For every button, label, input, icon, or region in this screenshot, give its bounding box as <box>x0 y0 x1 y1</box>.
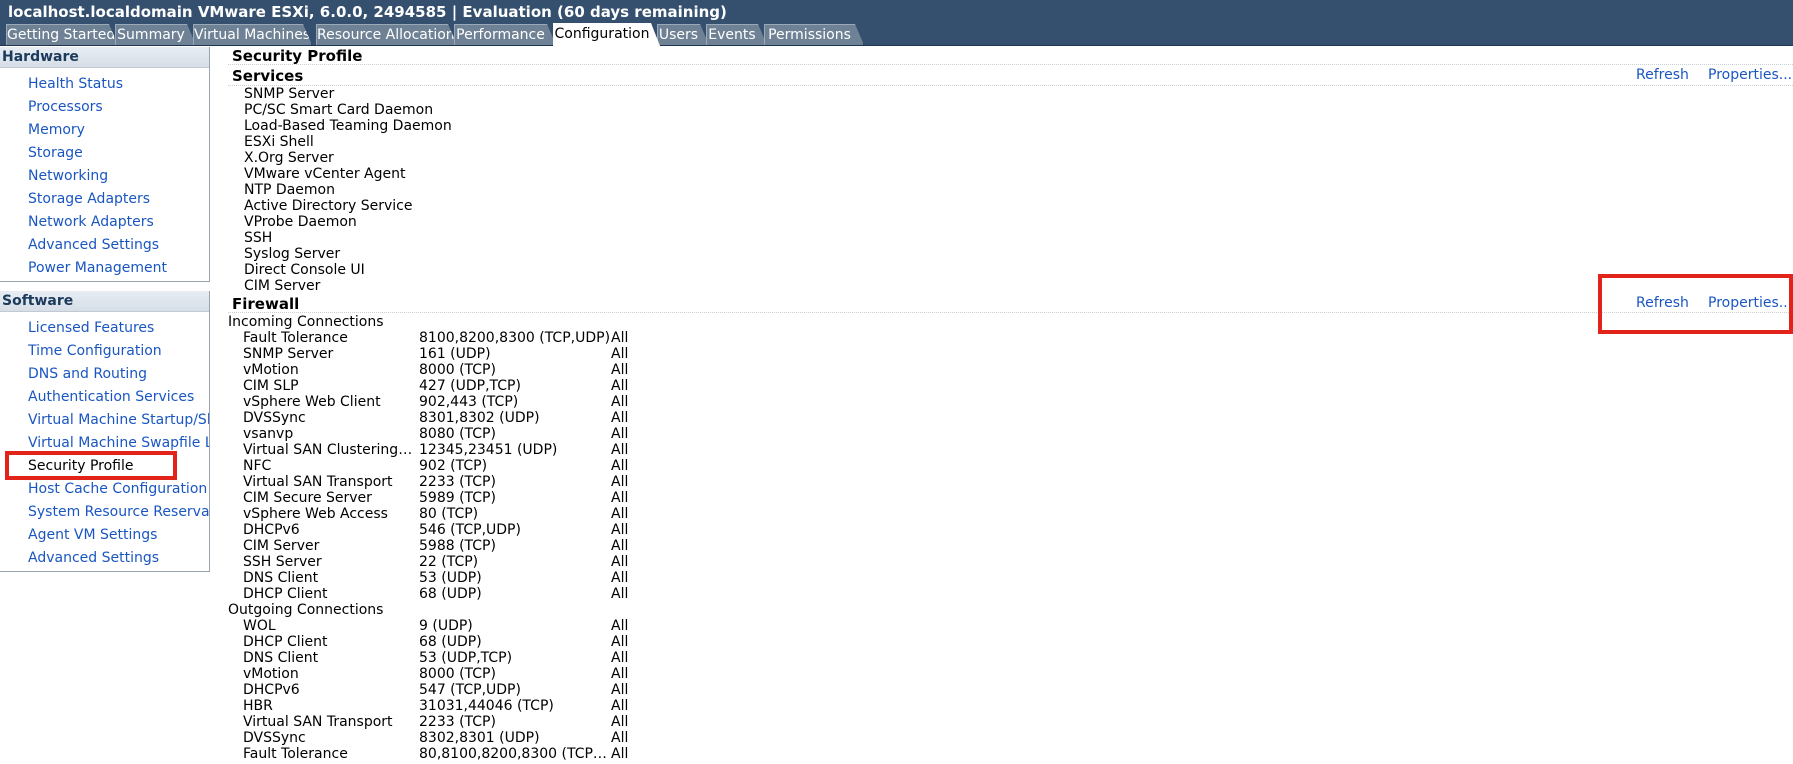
tab-configuration[interactable]: Configuration <box>553 23 660 46</box>
tab-permissions[interactable]: Permissions <box>764 24 864 45</box>
list-item: VMware vCenter Agent <box>244 166 406 182</box>
list-item: Active Directory Service <box>244 198 413 214</box>
list-item: SNMP Server <box>244 86 335 102</box>
tab-bar: Getting Started Summary Virtual Machines… <box>0 22 1793 46</box>
tab-events[interactable]: Events <box>706 24 767 45</box>
sidebar-item-memory[interactable]: Memory <box>28 120 85 140</box>
list-item: SSH <box>244 230 273 246</box>
firewall-rules-table: Fault Tolerance 8100,8200,8300 (TCP,UDP) A… <box>228 330 629 762</box>
sidebar-item-advanced-settings-hw[interactable]: Advanced Settings <box>28 235 159 255</box>
list-item: X.Org Server <box>244 150 334 166</box>
tab-getting-started[interactable]: Getting Started <box>6 24 118 45</box>
sidebar-item-storage[interactable]: Storage <box>28 143 83 163</box>
title-divider <box>228 64 1793 65</box>
services-refresh-link[interactable]: Refresh <box>1636 67 1689 83</box>
firewall-title: Firewall <box>232 295 300 313</box>
firewall-properties-link[interactable]: Properties... <box>1708 295 1792 311</box>
sidebar-item-processors[interactable]: Processors <box>28 97 103 117</box>
hardware-list: Health Status Processors Memory Storage … <box>0 47 209 282</box>
firewall-divider <box>228 312 1793 313</box>
sidebar-item-network-adapters[interactable]: Network Adapters <box>28 212 154 232</box>
tab-performance[interactable]: Performance <box>454 24 556 45</box>
tab-virtual-machines[interactable]: Virtual Machines <box>193 24 312 45</box>
sidebar-item-health-status[interactable]: Health Status <box>28 74 123 94</box>
list-item: ESXi Shell <box>244 134 314 150</box>
services-list: SNMP Server PC/SC Smart Card Daemon Load… <box>244 86 644 291</box>
list-item: Direct Console UI <box>244 262 365 278</box>
services-properties-link[interactable]: Properties... <box>1708 67 1792 83</box>
sidebar-item-storage-adapters[interactable]: Storage Adapters <box>28 189 150 209</box>
services-title: Services <box>232 67 304 85</box>
list-item: Syslog Server <box>244 246 341 262</box>
firewall-refresh-link[interactable]: Refresh <box>1636 295 1689 311</box>
list-item: CIM Server <box>244 278 321 291</box>
sidebar-item-power-management[interactable]: Power Management <box>28 258 167 278</box>
outgoing-connections-label: Outgoing Connections <box>228 602 384 618</box>
tab-resource-allocation[interactable]: Resource Allocation <box>316 24 457 45</box>
list-item: PC/SC Smart Card Daemon <box>244 102 434 118</box>
list-item: NTP Daemon <box>244 182 335 198</box>
list-item: VProbe Daemon <box>244 214 357 230</box>
incoming-connections-label: Incoming Connections <box>228 314 384 330</box>
page-title: Security Profile <box>232 47 363 65</box>
list-item: Load-Based Teaming Daemon <box>244 118 452 134</box>
tab-users[interactable]: Users <box>657 24 709 45</box>
sidebar-item-networking[interactable]: Networking <box>28 166 108 186</box>
tab-summary[interactable]: Summary <box>115 24 196 45</box>
